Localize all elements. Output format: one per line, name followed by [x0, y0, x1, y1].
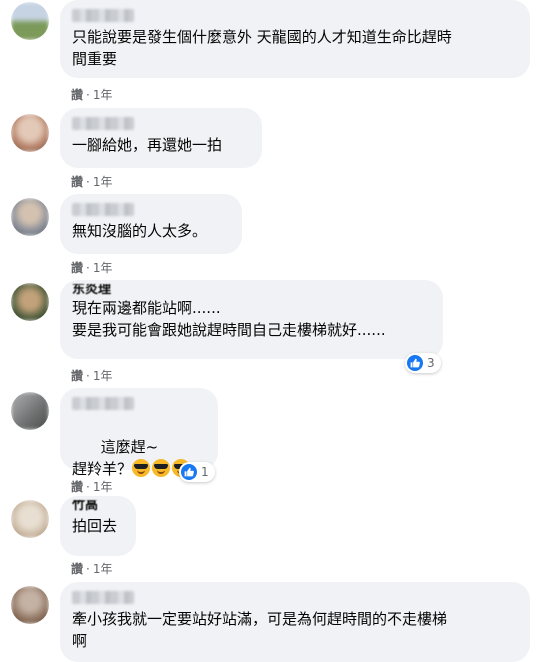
like-link[interactable]: 讚	[71, 480, 83, 494]
avatar[interactable]	[11, 586, 49, 624]
comment-bubble: 竹高 拍回去	[60, 496, 136, 556]
author-name[interactable]	[72, 591, 134, 604]
separator: ·	[86, 562, 90, 576]
separator: ·	[86, 261, 90, 275]
like-link[interactable]: 讚	[71, 369, 83, 383]
reaction-summary[interactable]: 3	[405, 353, 441, 373]
comment-text: 牽小孩我就一定要站好站滿，可是為何趕時間的不走樓梯 啊	[72, 610, 448, 650]
avatar[interactable]	[11, 283, 49, 321]
comment-bubble: 無知沒腦的人太多。	[60, 194, 242, 254]
timestamp[interactable]: 1年	[93, 369, 113, 383]
comment-actions: 讚 · 1年	[71, 173, 112, 190]
sunglasses-emoji-icon	[152, 459, 171, 477]
comment-actions: 讚 · 1年	[71, 560, 112, 577]
comment-text: 一腳給她，再還她一拍	[72, 136, 223, 154]
like-link[interactable]: 讚	[71, 562, 83, 576]
comment-text: 只能說要是發生個什麼意外 天龍國的人才知道生命比趕時 間重要	[72, 28, 452, 68]
like-link[interactable]: 讚	[71, 88, 83, 102]
author-name[interactable]	[72, 397, 134, 410]
timestamp[interactable]: 1年	[93, 88, 113, 102]
avatar[interactable]	[11, 500, 49, 538]
avatar[interactable]	[11, 114, 49, 152]
comment-actions: 讚 · 1年	[71, 478, 112, 495]
comment-bubble: 一腳給她，再還她一拍	[60, 108, 262, 168]
comment-actions: 讚 · 1年	[71, 367, 112, 384]
author-name[interactable]: 东炎理	[72, 284, 431, 296]
thumbs-up-icon	[407, 355, 423, 371]
timestamp[interactable]: 1年	[93, 480, 113, 494]
author-name[interactable]: 竹高	[72, 500, 124, 514]
comment-text: 現在兩邊都能站啊...... 要是我可能會跟她說趕時間自己走樓梯就好......	[72, 299, 386, 339]
sunglasses-emoji-icon	[132, 459, 151, 477]
reaction-count: 1	[201, 465, 209, 479]
timestamp[interactable]: 1年	[93, 175, 113, 189]
author-name[interactable]	[72, 9, 134, 22]
thumbs-up-icon	[181, 464, 197, 480]
like-link[interactable]: 讚	[71, 261, 83, 275]
comment-bubble: 這麼趕~ 趕羚羊？	[60, 388, 218, 478]
separator: ·	[86, 175, 90, 189]
separator: ·	[86, 88, 90, 102]
avatar[interactable]	[11, 198, 49, 236]
timestamp[interactable]: 1年	[93, 562, 113, 576]
separator: ·	[86, 480, 90, 494]
comment-text: 拍回去	[72, 517, 118, 535]
comment-text: 無知沒腦的人太多。	[72, 222, 208, 240]
comment-bubble: 牽小孩我就一定要站好站滿，可是為何趕時間的不走樓梯 啊	[60, 582, 530, 662]
reaction-summary[interactable]: 1	[179, 462, 215, 482]
timestamp[interactable]: 1年	[93, 261, 113, 275]
comment-bubble: 只能說要是發生個什麼意外 天龍國的人才知道生命比趕時 間重要	[60, 0, 530, 78]
avatar[interactable]	[11, 2, 49, 40]
reaction-count: 3	[427, 356, 435, 370]
author-name[interactable]	[72, 117, 134, 130]
like-link[interactable]: 讚	[71, 175, 83, 189]
separator: ·	[86, 369, 90, 383]
author-name[interactable]	[72, 203, 134, 216]
avatar[interactable]	[11, 392, 49, 430]
comment-actions: 讚 · 1年	[71, 86, 112, 103]
comment-actions: 讚 · 1年	[71, 259, 112, 276]
comment-bubble: 东炎理 現在兩邊都能站啊...... 要是我可能會跟她說趕時間自己走樓梯就好..…	[60, 280, 443, 359]
